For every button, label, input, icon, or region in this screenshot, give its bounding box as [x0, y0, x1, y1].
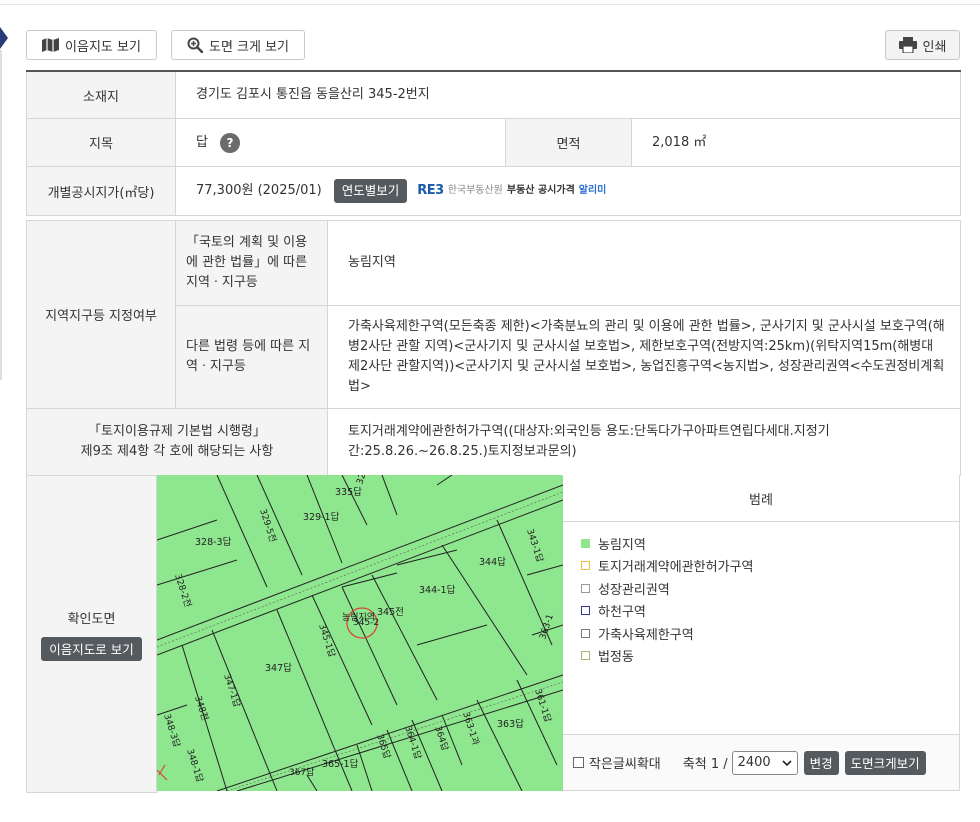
map-open-button[interactable]: 이음지도로 보기 [41, 636, 142, 661]
map-section-title: 확인도면 [67, 611, 116, 627]
chevron-down-icon [782, 759, 792, 766]
scale-change-button[interactable]: 변경 [803, 750, 839, 775]
price-value: 77,300원 (2025/01) [196, 183, 322, 198]
map-view-button[interactable]: 이음지도 보기 [26, 30, 157, 60]
legend-item: 법정동 [581, 645, 959, 668]
parcel-label: 347답 [265, 662, 292, 674]
legend-item: 농림지역 [581, 532, 959, 555]
reb-name: 한국부동산원 [447, 185, 503, 196]
law1-value: 농림지역 [328, 220, 961, 306]
cadastral-map-drawing: 335답 329-2답 329-1답 329-5전 328-3답 343-1답 … [157, 475, 563, 791]
cadastral-map[interactable]: 335답 329-2답 329-1답 329-5전 328-3답 343-1답 … [157, 475, 563, 791]
parcel-label: 367답 [289, 766, 314, 778]
map-controls: 작은글씨확대 축척 1 / 2400 변경 도면크게보기 [563, 735, 960, 791]
parcel-label: 363답 [497, 718, 524, 730]
help-icon[interactable]: ? [219, 132, 240, 153]
small-text-checkbox[interactable] [573, 757, 584, 768]
reb-price-alert-link[interactable]: RE3 한국부동산원 부동산 공시가격 알리미 [417, 181, 606, 201]
law1-header: 「국토의 계획 및 이용에 관한 법률」에 따른 지역ㆍ지구등 [176, 220, 328, 306]
parcel-label: 328-3답 [195, 536, 232, 548]
side-divider [0, 50, 2, 380]
law2-header: 다른 법령 등에 따른 지역ㆍ지구등 [176, 306, 328, 409]
parcel-label: 335답 [335, 486, 362, 498]
location-header: 소재지 [26, 72, 176, 119]
scale-select[interactable]: 2400 [731, 750, 798, 775]
location-value: 경기도 김포시 통진읍 동을산리 345-2번지 [176, 72, 961, 119]
area-value: 2,018 ㎡ [632, 119, 961, 167]
zone-label: 농림지역 [342, 611, 375, 623]
map-section-header: 확인도면 이음지도로 보기 [26, 476, 157, 793]
side-tab-marker [0, 27, 8, 49]
reb-logo-icon: RE3 [417, 183, 444, 198]
legend-swatch [581, 651, 590, 661]
law2-value: 가축사육제한구역(모든축종 제한)<가축분뇨의 관리 및 이용에 관한 법률>,… [328, 306, 961, 409]
print-label: 인쇄 [922, 39, 947, 55]
price-year-button[interactable]: 연도별보기 [333, 179, 408, 203]
parcel-label: 344-1답 [419, 584, 456, 596]
top-divider [0, 4, 980, 5]
map-view-label: 이음지도 보기 [65, 39, 141, 55]
reb-alert: 알리미 [578, 185, 607, 196]
parcel-label: 344답 [479, 556, 506, 568]
regulation-value: 토지거래계약에관한허가구역((대상자:외국인등 용도:단독다가구아파트연립다세대… [328, 409, 961, 476]
printer-icon [898, 37, 917, 53]
land-category-value: 답 [196, 134, 208, 150]
area-header: 면적 [506, 119, 632, 167]
legend-list: 농림지역 토지거래계약에관한허가구역 성장관리권역 하천구역 가축사육제한구역 … [563, 522, 959, 667]
reb-service: 부동산 공시가격 [506, 185, 575, 196]
price-cell: 77,300원 (2025/01) 연도별보기 RE3 한국부동산원 부동산 공… [176, 167, 961, 216]
legend-item: 가축사육제한구역 [581, 622, 959, 645]
parcel-label: 365-1답 [322, 758, 359, 770]
map-icon [42, 38, 60, 52]
regulation-header: 「토지이용규제 기본법 시행령」 제9조 제4항 각 호에 해당되는 사항 [26, 409, 328, 476]
legend-title: 범례 [563, 475, 959, 522]
enlarge-map-button[interactable]: 도면크게보기 [844, 750, 926, 775]
small-text-label[interactable]: 작은글씨확대 [589, 753, 661, 772]
price-header: 개별공시지가(㎡당) [26, 167, 176, 216]
zoom-view-button[interactable]: 도면 크게 보기 [171, 30, 305, 60]
parcel-label: 345전 [377, 607, 404, 618]
legend-item: 성장관리권역 [581, 577, 959, 600]
zoom-view-label: 도면 크게 보기 [208, 39, 290, 55]
parcel-label: 329-1답 [303, 511, 340, 523]
legend-swatch [581, 628, 590, 638]
land-category-header: 지목 [26, 119, 176, 167]
legend-item: 토지거래계약에관한허가구역 [581, 555, 959, 578]
print-button[interactable]: 인쇄 [885, 30, 960, 60]
land-info-table: 소재지 경기도 김포시 통진읍 동을산리 345-2번지 지목 답 ? 면적 2… [26, 70, 961, 793]
map-legend: 범례 농림지역 토지거래계약에관한허가구역 성장관리권역 하천구역 가축사육제한… [563, 475, 960, 735]
legend-swatch [581, 583, 590, 593]
scale-label: 축척 1 / [682, 757, 728, 772]
magnifier-plus-icon [187, 37, 203, 53]
land-category-cell: 답 ? [176, 119, 506, 167]
legend-swatch [581, 561, 590, 571]
legend-item: 하천구역 [581, 600, 959, 623]
zoning-section-header: 지역지구등 지정여부 [26, 220, 176, 409]
legend-swatch [581, 606, 590, 616]
legend-swatch [581, 538, 590, 548]
scale-select-value: 2400 [737, 755, 771, 770]
